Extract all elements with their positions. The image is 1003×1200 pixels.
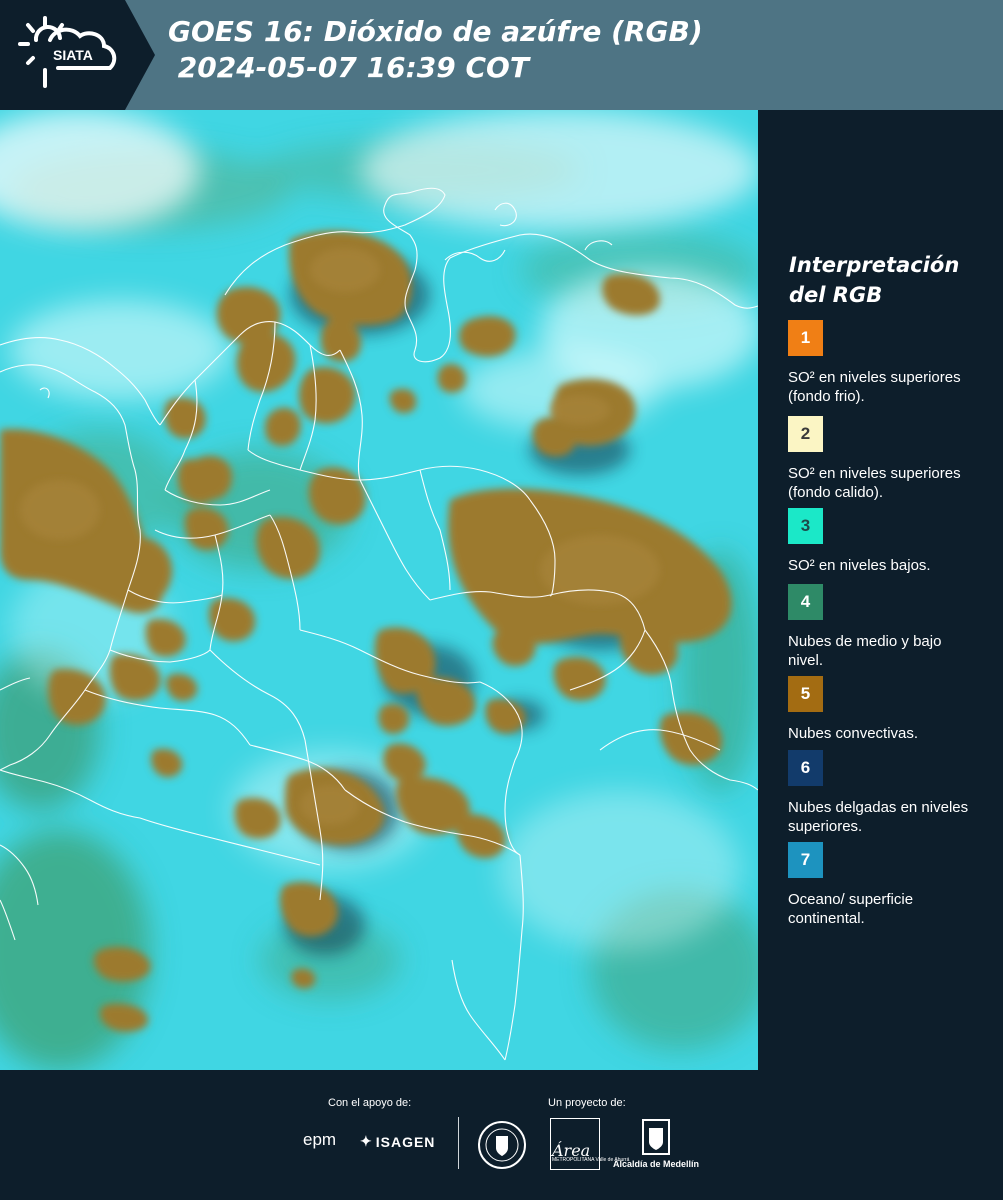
epm-logo: epm — [303, 1130, 336, 1150]
legend-text-4: Nubes de medio y bajo nivel. — [788, 633, 942, 669]
project-label: Un proyecto de: — [548, 1097, 626, 1109]
alcaldia-shield-icon — [642, 1119, 670, 1155]
legend-item-2: 2 SO² en niveles superiores (fondo calid… — [788, 416, 998, 502]
legend-number-3: 3 — [800, 516, 811, 535]
legend-number-2: 2 — [800, 424, 811, 443]
support-label: Con el apoyo de: — [328, 1097, 412, 1109]
legend-text-1: SO² en niveles superiores (fondo frio). — [788, 369, 961, 405]
legend-swatch-5: 5 — [788, 676, 823, 712]
rgb-legend: Interpretación del RGB 1 SO² en niveles … — [758, 110, 1003, 1070]
legend-swatch-4: 4 — [788, 584, 823, 620]
epm-logo-text: epm — [303, 1130, 337, 1149]
satellite-image — [0, 110, 758, 1070]
legend-text-7: Oceano/ superficie continental. — [788, 891, 914, 927]
legend-item-4: 4 Nubes de medio y bajo nivel. — [788, 584, 998, 670]
legend-item-1: 1 SO² en niveles superiores (fondo frio)… — [788, 320, 998, 406]
title-line-2: 2024-05-07 16:39 COT — [168, 51, 529, 84]
isagen-mark-icon: ✦ — [360, 1133, 373, 1149]
medellin-seal-icon — [477, 1120, 527, 1175]
legend-item-6: 6 Nubes delgadas en niveles superiores. — [788, 750, 998, 836]
siata-logo-text: SIATA — [53, 47, 93, 63]
legend-item-3: 3 SO² en niveles bajos. — [788, 508, 998, 594]
page-title: GOES 16: Dióxido de azúfre (RGB) 2024-05… — [168, 14, 703, 86]
legend-text-2: SO² en niveles superiores (fondo calido)… — [788, 465, 961, 501]
satellite-map[interactable] — [0, 110, 758, 1070]
footer: Con el apoyo de: Un proyecto de: epm ✦ I… — [0, 1070, 1003, 1200]
header-bar: SIATA GOES 16: Dióxido de azúfre (RGB) 2… — [0, 0, 1003, 110]
footer-divider — [458, 1117, 459, 1169]
legend-number-4: 4 — [800, 592, 811, 611]
legend-number-7: 7 — [800, 850, 811, 869]
legend-number-1: 1 — [800, 328, 811, 347]
legend-swatch-2: 2 — [788, 416, 823, 452]
title-line-1: GOES 16: Dióxido de azúfre (RGB) — [168, 15, 703, 48]
legend-title: Interpretación del RGB — [789, 253, 960, 307]
legend-number-6: 6 — [800, 758, 811, 777]
page: SIATA GOES 16: Dióxido de azúfre (RGB) 2… — [0, 0, 1003, 1200]
isagen-logo: ✦ ISAGEN — [360, 1133, 435, 1150]
legend-text-6: Nubes delgadas en niveles superiores. — [788, 799, 969, 835]
legend-swatch-1: 1 — [788, 320, 823, 356]
siata-logo: SIATA — [0, 0, 155, 110]
legend-swatch-6: 6 — [788, 750, 823, 786]
alcaldia-label: Alcaldía de Medellín — [613, 1159, 700, 1169]
legend-swatch-3: 3 — [788, 508, 823, 544]
isagen-logo-text: ISAGEN — [375, 1133, 436, 1150]
legend-number-5: 5 — [800, 684, 811, 703]
legend-item-7: 7 Oceano/ superficie continental. — [788, 842, 998, 928]
legend-swatch-7: 7 — [788, 842, 823, 878]
